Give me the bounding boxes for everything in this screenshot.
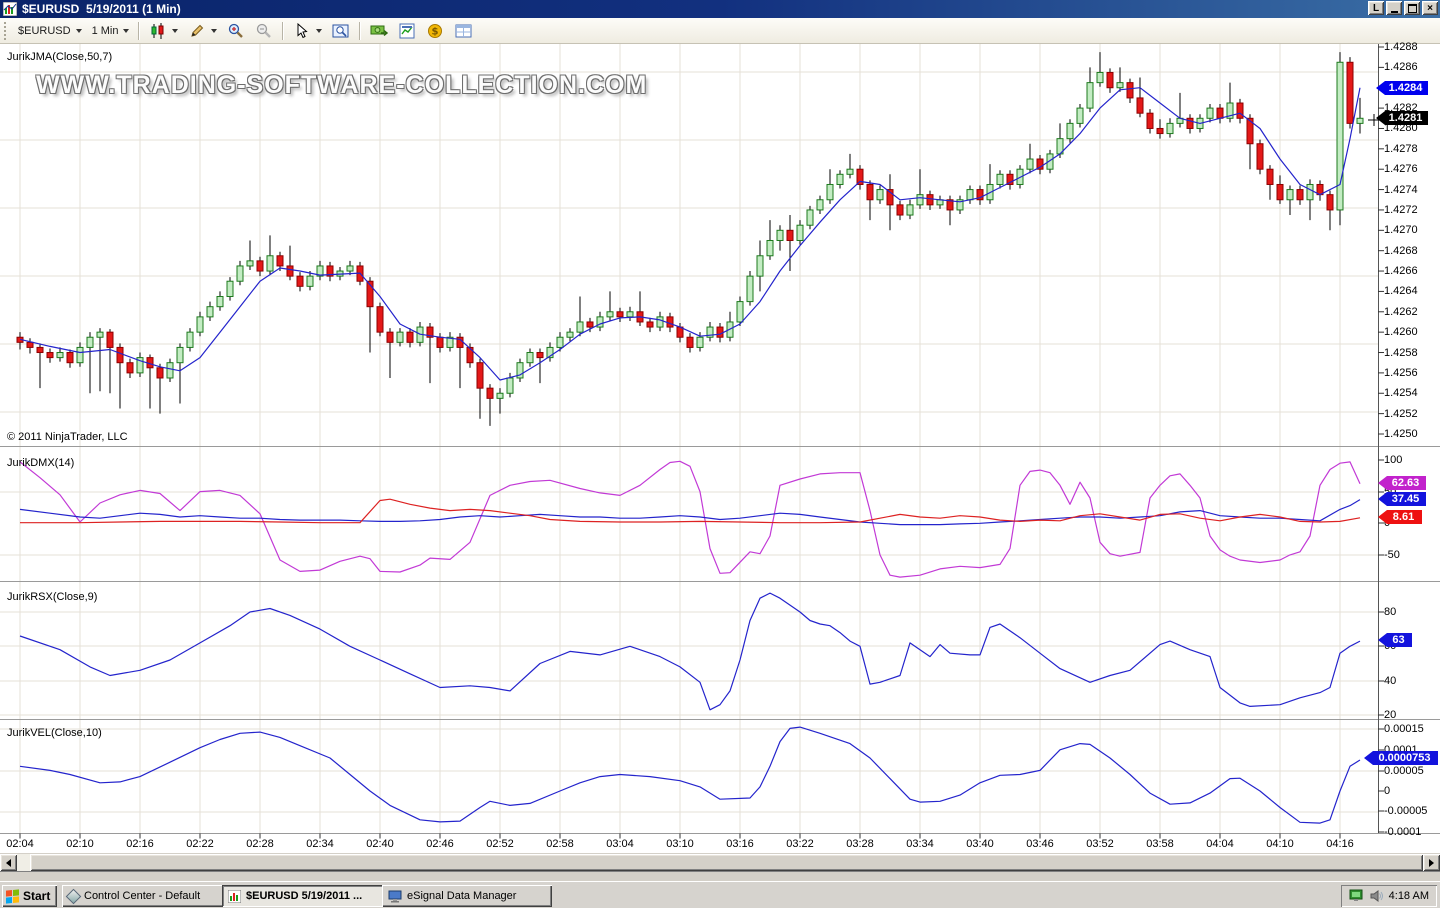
axis-tick-label: 1.4276 <box>1384 163 1418 175</box>
esignal-monitor-icon <box>388 890 402 903</box>
axis-tick-label: 1.4254 <box>1384 387 1418 399</box>
axis-tick-label: 40 <box>1384 675 1396 687</box>
time-tick-label: 03:40 <box>966 838 994 850</box>
time-tick-label: 03:58 <box>1146 838 1174 850</box>
watermark: WWW.TRADING-SOFTWARE-COLLECTION.COM <box>36 71 647 100</box>
volume-icon[interactable] <box>1370 889 1384 903</box>
time-tick-label: 03:46 <box>1026 838 1054 850</box>
axis-tick-label: -0.00005 <box>1384 805 1427 817</box>
scrollbar-thumb[interactable] <box>30 854 1423 871</box>
axis-tick-label: 1.4256 <box>1384 367 1418 379</box>
time-tick-label: 02:04 <box>6 838 34 850</box>
axis-tick-label: 1.4274 <box>1384 184 1418 196</box>
scroll-left-button[interactable] <box>0 854 17 871</box>
value-badge: 0.0000753 <box>1364 751 1438 765</box>
axis-tick-label: 1.4266 <box>1384 265 1418 277</box>
time-tick-label: 02:58 <box>546 838 574 850</box>
copyright-notice: © 2011 NinjaTrader, LLC <box>7 431 128 443</box>
value-badge: 1.4284 <box>1376 81 1428 95</box>
axis-tick-label: 1.4278 <box>1384 143 1418 155</box>
network-monitor-icon[interactable] <box>1349 889 1365 903</box>
time-tick-label: 02:34 <box>306 838 334 850</box>
start-label: Start <box>23 889 50 903</box>
value-badge: 1.4281 <box>1376 111 1428 125</box>
axis-tick-label: 1.4270 <box>1384 224 1418 236</box>
axis-tick-label: 0 <box>1384 785 1390 797</box>
task-label: $EURUSD 5/19/2011 ... <box>246 890 362 902</box>
axis-tick-label: 0.00005 <box>1384 765 1424 777</box>
time-tick-label: 03:10 <box>666 838 694 850</box>
axis-tick-label: 1.4286 <box>1384 61 1418 73</box>
axis-tick-label: -50 <box>1384 549 1400 561</box>
windows-logo-icon <box>6 889 19 903</box>
time-tick-label: 03:16 <box>726 838 754 850</box>
taskbar-item-control-center[interactable]: Control Center - Default <box>62 885 226 907</box>
time-tick-label: 02:16 <box>126 838 154 850</box>
axis-tick-label: 1.4272 <box>1384 204 1418 216</box>
chart-canvas[interactable] <box>0 0 1440 853</box>
value-badge: 62.63 <box>1378 476 1426 490</box>
ninjatrader-diamond-icon <box>66 888 82 904</box>
scroll-right-button[interactable] <box>1423 854 1440 871</box>
time-tick-label: 03:22 <box>786 838 814 850</box>
panel-label-vel: JurikVEL(Close,10) <box>7 727 102 739</box>
chart-icon <box>228 890 241 903</box>
panel-label-dmx: JurikDMX(14) <box>7 457 74 469</box>
time-tick-label: 04:10 <box>1266 838 1294 850</box>
panel-label-rsx: JurikRSX(Close,9) <box>7 591 97 603</box>
time-tick-label: 02:46 <box>426 838 454 850</box>
taskbar-item-esignal[interactable]: eSignal Data Manager <box>382 885 552 907</box>
task-label: Control Center - Default <box>84 890 200 902</box>
time-tick-label: 03:28 <box>846 838 874 850</box>
axis-tick-label: 1.4268 <box>1384 245 1418 257</box>
axis-tick-label: 1.4288 <box>1384 41 1418 53</box>
task-label: eSignal Data Manager <box>407 890 516 902</box>
time-tick-label: 02:52 <box>486 838 514 850</box>
time-tick-label: 03:04 <box>606 838 634 850</box>
time-tick-label: 02:28 <box>246 838 274 850</box>
ninjatrader-chart-window: $EURUSD 5/19/2011 (1 Min) L × $EURUSD 1 … <box>0 0 1440 908</box>
value-badge: 37.45 <box>1378 492 1426 506</box>
value-badge: 8.61 <box>1378 510 1422 524</box>
axis-tick-label: 1.4264 <box>1384 285 1418 297</box>
time-tick-label: 04:04 <box>1206 838 1234 850</box>
start-button[interactable]: Start <box>2 885 57 907</box>
taskbar-item-eurusd-chart[interactable]: $EURUSD 5/19/2011 ... <box>222 885 386 907</box>
axis-tick-label: -0.0001 <box>1384 826 1421 838</box>
system-tray: 4:18 AM <box>1341 885 1437 907</box>
axis-tick-label: 1.4250 <box>1384 428 1418 440</box>
axis-tick-label: 1.4260 <box>1384 326 1418 338</box>
horizontal-scrollbar[interactable] <box>0 854 1440 871</box>
time-tick-label: 02:10 <box>66 838 94 850</box>
clock: 4:18 AM <box>1389 890 1429 902</box>
time-tick-label: 02:22 <box>186 838 214 850</box>
axis-tick-label: 80 <box>1384 606 1396 618</box>
axis-tick-label: 1.4258 <box>1384 347 1418 359</box>
time-tick-label: 02:40 <box>366 838 394 850</box>
time-tick-label: 04:16 <box>1326 838 1354 850</box>
time-tick-label: 03:34 <box>906 838 934 850</box>
axis-tick-label: 0.00015 <box>1384 723 1424 735</box>
axis-tick-label: 100 <box>1384 454 1402 466</box>
time-tick-label: 03:52 <box>1086 838 1114 850</box>
axis-tick-label: 1.4252 <box>1384 408 1418 420</box>
axis-tick-label: 1.4262 <box>1384 306 1418 318</box>
panel-label-jma: JurikJMA(Close,50,7) <box>7 51 112 63</box>
axis-tick-label: 20 <box>1384 709 1396 721</box>
taskbar: Start Control Center - Default $EURUSD 5… <box>0 881 1440 908</box>
